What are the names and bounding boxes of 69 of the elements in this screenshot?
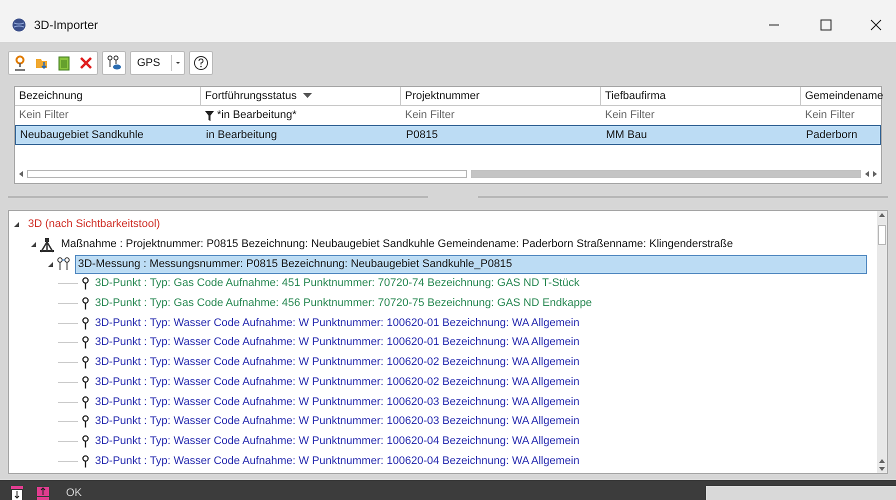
globe-icon [12, 18, 26, 32]
gps-dropdown[interactable]: GPS [130, 51, 185, 75]
pin-icon [82, 396, 89, 409]
table-row[interactable]: Neubaugebiet Sandkuhle in Bearbeitung P0815 MM Bau Paderborn [15, 125, 881, 145]
column-header[interactable]: Projektnummer [401, 87, 601, 105]
filter-cell[interactable]: Kein Filter [801, 106, 896, 125]
tree-item[interactable]: 3D-Punkt : Typ: Wasser Code Aufnahme: W Punktnummer: 100620-01 Bezeichnung: WA Allgemein [92, 333, 582, 352]
pin-icon [82, 356, 89, 370]
scroll-down-icon[interactable] [879, 467, 885, 471]
table-cell-text: MM Bau [605, 128, 648, 143]
pin-icon [82, 415, 89, 428]
tree-item[interactable]: 3D-Punkt : Typ: Wasser Code Aufnahme: W Punktnummer: 100620-04 Bezeichnung: WA Allgemein [92, 452, 582, 471]
folder-icon [35, 56, 49, 70]
tree-item[interactable]: 3D-Messung : Messungsnummer: P0815 Bezeichnung: Neubaugebiet Sandkuhle_P0815 [75, 254, 867, 274]
help-button[interactable] [189, 51, 213, 75]
tree-item[interactable]: 3D-Punkt : Typ: Wasser Code Aufnahme: W Punktnummer: 100620-02 Bezeichnung: WA Allgemein [92, 353, 582, 372]
tree-item[interactable]: 3D-Punkt : Typ: Wasser Code Aufnahme: W Punktnummer: 100620-03 Bezeichnung: WA Allgemein [92, 392, 582, 412]
vertical-scrollbar[interactable] [877, 211, 887, 473]
tree-item[interactable]: 3D (nach Sichtbarkeitstool) [25, 215, 164, 234]
pin-icon [82, 297, 89, 310]
pin-icon [82, 316, 89, 330]
tree-item[interactable]: 3D-Punkt : Typ: Gas Code Aufnahme: 456 Punktnummer: 70720-75 Bezeichnung: GAS ND Endkappe [92, 294, 595, 314]
tree-item[interactable]: 3D-Punkt : Typ: Gas Code Aufnahme: 451 Punktnummer: 70720-74 Bezeichnung: GAS ND T-Stück [92, 274, 582, 294]
delete-icon [79, 56, 93, 70]
expanded-triangle-icon[interactable] [30, 241, 37, 248]
surveyor-tripod-icon [39, 236, 55, 253]
pin-icon [14, 55, 26, 71]
document-icon [58, 56, 70, 70]
tree-item[interactable]: 3D-Punkt : Typ: Wasser Code Aufnahme: W Punktnummer: 100620-01 Bezeichnung: WA Allgemein [92, 314, 582, 333]
insert-above-icon[interactable] [36, 486, 50, 500]
filter-cell[interactable]: Kein Filter [15, 106, 201, 125]
tree-item[interactable]: 3D-Punkt : Typ: Wasser Code Aufnahme: W Punktnummer: 100620-02 Bezeichnung: WA Allgemein [92, 372, 582, 392]
column-header[interactable]: Tiefbaufirma [601, 87, 801, 105]
pin-icon [82, 336, 89, 350]
funnel-icon [205, 110, 214, 120]
column-header[interactable]: Fortführungsstatus [201, 87, 401, 105]
expanded-triangle-icon[interactable] [47, 260, 54, 268]
ok-button[interactable]: OK [62, 486, 86, 500]
table-cell-text: in Bearbeitung [205, 128, 278, 143]
pin-icon [82, 277, 89, 290]
window-title: 3D-Importer [34, 17, 98, 34]
pins-icon [56, 257, 72, 272]
pins-eye-icon [106, 55, 122, 71]
maximize-icon[interactable] [820, 19, 832, 31]
scroll-left-icon[interactable] [19, 171, 23, 177]
scroll-right-icon[interactable] [865, 171, 877, 177]
insert-below-icon[interactable] [10, 486, 24, 500]
scrollbar-thumb[interactable] [878, 225, 886, 245]
filter-cell[interactable]: Kein Filter [601, 106, 801, 125]
sort-down-icon [302, 93, 312, 99]
pin-icon [82, 454, 89, 468]
visibility-button[interactable] [102, 51, 126, 75]
column-header[interactable]: Bezeichnung [15, 87, 201, 105]
filter-cell[interactable]: Kein Filter [401, 106, 601, 125]
table-cell-text: P0815 [405, 128, 439, 143]
column-header[interactable]: Gemeindename [801, 87, 896, 105]
tree-item[interactable]: 3D-Punkt : Typ: Wasser Code Aufnahme: W Punktnummer: 100620-04 Bezeichnung: WA Allgemein [92, 432, 582, 451]
help-icon [193, 55, 209, 71]
expanded-triangle-icon[interactable] [13, 221, 20, 228]
table-cell-text: Neubaugebiet Sandkuhle [19, 128, 145, 143]
tree-item[interactable]: 3D-Punkt : Typ: Wasser Code Aufnahme: W Punktnummer: 100620-03 Bezeichnung: WA Allgemein [92, 412, 582, 432]
pin-icon [82, 434, 89, 448]
tree-item[interactable]: Maßnahme : Projektnummer: P0815 Bezeichnung: Neubaugebiet Sandkuhle Gemeindename: Paderborn Straßenname: Klingenderstraße [58, 235, 736, 254]
scroll-up-icon[interactable] [879, 213, 885, 217]
pin-icon [82, 376, 89, 389]
filter-cell[interactable]: *in Bearbeitung* [201, 106, 401, 125]
close-icon[interactable] [870, 19, 882, 31]
table-cell-text: Paderborn [805, 128, 858, 143]
scroll-up-icon[interactable] [879, 459, 885, 463]
